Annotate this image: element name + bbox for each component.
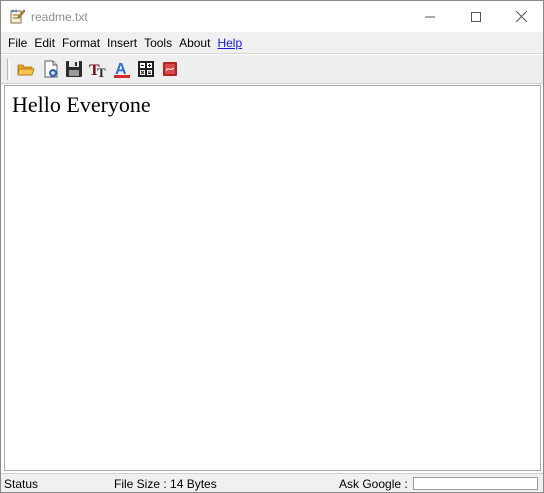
toolbar-grip[interactable] [7,59,10,80]
title-bar[interactable]: readme.txt [1,1,543,32]
open-folder-icon [17,64,35,76]
ask-google-input[interactable] [413,477,538,490]
window-title: readme.txt [31,10,88,24]
app-window: readme.txt File Edit Format Insert Tools… [0,0,544,493]
calculator-button[interactable] [137,60,155,78]
maximize-button[interactable] [453,1,499,32]
menu-insert[interactable]: Insert [104,32,140,54]
new-document-icon [44,60,58,78]
menu-tools[interactable]: Tools [141,32,175,54]
file-size-label: File Size : 14 Bytes [114,477,217,491]
close-icon [515,11,527,22]
menu-about[interactable]: About [176,32,213,54]
minimize-icon [425,16,435,17]
pdf-button[interactable] [161,60,179,78]
notepad-pen-icon [9,8,26,24]
text-editor[interactable]: Hello Everyone [4,85,541,471]
menu-file[interactable]: File [5,32,30,54]
save-icon [66,61,82,77]
menu-help[interactable]: Help [214,32,245,54]
minimize-button[interactable] [407,1,453,32]
svg-text:T: T [97,65,106,78]
menu-format[interactable]: Format [59,32,103,54]
status-label: Status [4,477,39,491]
menu-edit[interactable]: Edit [31,32,58,54]
open-button[interactable] [17,60,35,78]
font-size-button[interactable]: T T [89,60,107,80]
maximize-icon [471,11,481,22]
pdf-icon [163,62,177,76]
save-button[interactable] [65,60,83,78]
menu-bar: File Edit Format Insert Tools About Help [1,32,543,54]
text-color-icon: A [114,61,130,78]
toolbar: T T A [1,55,543,84]
calculator-icon [138,61,154,77]
text-color-button[interactable]: A [113,60,131,78]
close-button[interactable] [498,1,544,32]
font-size-icon: T T [89,62,106,80]
editor-content[interactable]: Hello Everyone [12,92,151,118]
new-document-button[interactable] [42,60,60,78]
status-bar: Status File Size : 14 Bytes Ask Google : [1,473,543,492]
ask-google-label: Ask Google : [339,477,408,491]
